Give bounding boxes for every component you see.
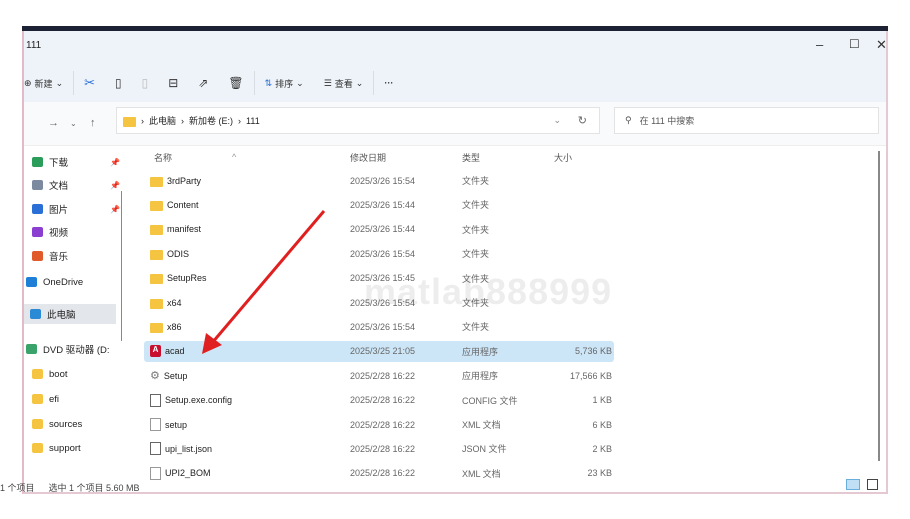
- red-arrow-annotation: [202, 210, 326, 354]
- status-bar: 1 个项目 选中 1 个项目 5.60 MB: [0, 481, 140, 494]
- item-count: 1 个项目: [0, 483, 35, 493]
- file-explorer-window: 111 – ☐ ✕ ⊕ 新建 ⌄ ✂ ▯ ▯ ⊟ ⇗ 🗑 ⇅ 排序 ⌄ ☰ 查看 ⌄ ···…: [0, 31, 888, 494]
- details-view-button[interactable]: [846, 479, 860, 490]
- selection-info: 选中 1 个项目 5.60 MB: [48, 483, 140, 493]
- file-list-scrollbar[interactable]: [878, 151, 880, 461]
- tiles-view-button[interactable]: [867, 479, 878, 490]
